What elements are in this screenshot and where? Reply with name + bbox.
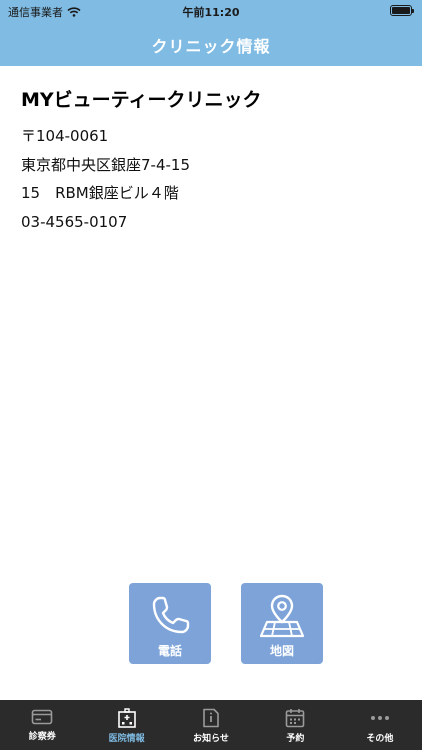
- tab-notices-label: お知らせ: [193, 734, 229, 744]
- header: 通信事業者 午前11:20 クリニック情報: [0, 0, 422, 66]
- tab-more-label: その他: [366, 734, 394, 744]
- postal-code: 〒104-0061: [21, 127, 109, 145]
- map-pin-icon: [259, 594, 305, 638]
- notice-icon: [203, 708, 219, 728]
- tab-card-label: 診察券: [28, 732, 56, 742]
- tab-more[interactable]: その他: [338, 700, 422, 750]
- tab-notices[interactable]: お知らせ: [169, 700, 253, 750]
- tab-reservation-label: 予約: [286, 734, 305, 744]
- page-title: クリニック情報: [151, 37, 271, 56]
- battery-icon: [390, 5, 414, 16]
- tab-bar: 診察券 医院情報 お知らせ 予約 その他: [0, 700, 422, 750]
- call-button[interactable]: 電話: [129, 583, 211, 664]
- tab-clinic-info[interactable]: 医院情報: [84, 700, 168, 750]
- status-time: 午前11:20: [182, 6, 240, 19]
- address-line-1: 東京都中央区銀座7-4-15: [21, 155, 190, 174]
- tab-card[interactable]: 診察券: [0, 700, 84, 750]
- map-button-label: 地図: [269, 644, 294, 658]
- tab-clinic-info-label: 医院情報: [108, 734, 145, 744]
- phone-icon: [152, 596, 190, 634]
- address-line-2: 15 RBM銀座ビル４階: [21, 184, 179, 202]
- call-button-label: 電話: [157, 644, 182, 658]
- hospital-icon: [117, 708, 136, 728]
- more-icon: [370, 716, 389, 720]
- clinic-info: MYビューティークリニック 〒104-0061 東京都中央区銀座7-4-15 1…: [21, 85, 262, 236]
- tab-reservation[interactable]: 予約: [253, 700, 337, 750]
- phone-number[interactable]: 03-4565-0107: [21, 208, 262, 237]
- status-bar: 通信事業者 午前11:20: [0, 0, 422, 22]
- calendar-icon: [286, 709, 305, 728]
- map-button[interactable]: 地図: [241, 583, 323, 664]
- clinic-name: MYビューティークリニック: [21, 89, 262, 111]
- card-icon: [31, 709, 53, 725]
